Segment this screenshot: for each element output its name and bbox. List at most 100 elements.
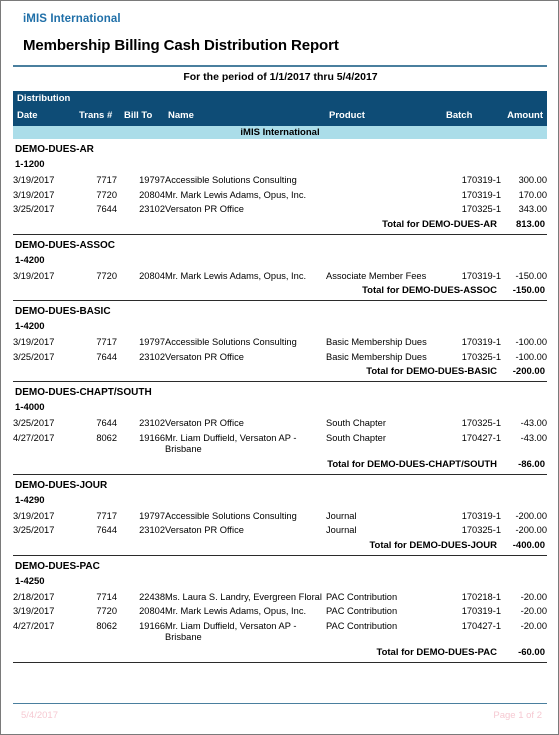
table-row: 4/27/2017 8062 19166 Mr. Liam Duffield, Ver… — [13, 619, 547, 645]
group-account-code: 1-1200 — [15, 159, 45, 170]
table-row: 3/25/2017 7644 23102 Versaton PR Office Basi… — [13, 350, 547, 365]
group-account-code: 1-4000 — [15, 402, 45, 413]
group-name: DEMO-DUES-BASIC — [15, 306, 111, 317]
group-total-label: Total for DEMO-DUES-BASIC — [366, 366, 497, 377]
cell-trans: 7720 — [96, 606, 117, 616]
cell-billto: 19166 — [139, 432, 165, 443]
group-total-value: -200.00 — [512, 366, 545, 377]
column-header-billto: Bill To — [124, 110, 153, 121]
distribution-group: DEMO-DUES-CHAPT/SOUTH 1-4000 3/25/2017 7644… — [13, 382, 547, 475]
column-header-product: Product — [329, 110, 365, 121]
cell-batch: 170218-1 — [461, 591, 501, 602]
cell-batch: 170325-1 — [461, 525, 501, 535]
cell-date: 2/18/2017 — [13, 591, 55, 602]
distribution-group: DEMO-DUES-AR 1-1200 3/19/2017 7717 19797 Acce… — [13, 139, 547, 235]
table-row: 4/27/2017 8062 19166 Mr. Liam Duffield, Ver… — [13, 431, 547, 457]
group-total-label: Total for DEMO-DUES-CHAPT/SOUTH — [327, 458, 497, 470]
cell-trans: 7644 — [96, 418, 117, 428]
group-total-value: -86.00 — [518, 458, 545, 470]
cell-date: 3/19/2017 — [13, 510, 55, 521]
cell-product: PAC Contribution — [326, 591, 398, 602]
group-total-row: Total for DEMO-DUES-AR 813.00 — [13, 217, 547, 233]
cell-amount: 170.00 — [518, 189, 547, 200]
table-row: 2/18/2017 7714 22438 Ms. Laura S. Landry, E… — [13, 590, 547, 605]
organization-name: iMIS International — [23, 13, 121, 25]
cell-trans: 8062 — [96, 620, 117, 631]
cell-date: 3/25/2017 — [13, 351, 55, 362]
cell-billto: 23102 — [139, 204, 165, 214]
group-total-row: Total for DEMO-DUES-JOUR -400.00 — [13, 538, 547, 554]
group-name: DEMO-DUES-CHAPT/SOUTH — [15, 387, 152, 398]
cell-amount: -20.00 — [520, 591, 547, 602]
cell-product: Journal — [326, 525, 357, 535]
cell-batch: 170319-1 — [461, 189, 501, 200]
cell-billto: 23102 — [139, 418, 165, 428]
cell-billto: 19166 — [139, 620, 165, 631]
cell-trans: 7644 — [96, 525, 117, 535]
cell-amount: -20.00 — [520, 606, 547, 616]
cell-name: Ms. Laura S. Landry, Evergreen Floral — [165, 591, 322, 602]
table-row: 3/19/2017 7717 19797 Accessible Solutions C… — [13, 173, 547, 188]
cell-batch: 170319-1 — [461, 606, 501, 616]
cell-date: 3/19/2017 — [13, 189, 55, 200]
group-divider — [13, 661, 547, 663]
cell-billto: 20804 — [139, 606, 165, 616]
cell-amount: -200.00 — [515, 525, 547, 535]
group-rows-table: 3/19/2017 7717 19797 Accessible Solutions C… — [13, 509, 547, 538]
group-account-code: 1-4200 — [15, 321, 45, 332]
distribution-group: DEMO-DUES-BASIC 1-4200 3/19/2017 7717 19797 A… — [13, 301, 547, 382]
report-period: For the period of 1/1/2017 thru 5/4/2017 — [183, 71, 378, 83]
report-page: iMIS International Membership Billing Ca… — [0, 0, 559, 735]
group-total-row: Total for DEMO-DUES-BASIC -200.00 — [13, 364, 547, 380]
cell-billto: 23102 — [139, 525, 165, 535]
cell-billto: 19797 — [139, 337, 165, 347]
footer-date: 5/4/2017 — [21, 710, 58, 721]
cell-trans: 7714 — [96, 591, 117, 602]
cell-date: 3/19/2017 — [13, 175, 55, 185]
group-total-label: Total for DEMO-DUES-JOUR — [369, 539, 497, 551]
cell-name: Mr. Liam Duffield, Versaton AP - Brisban… — [165, 432, 297, 455]
cell-product — [326, 173, 438, 188]
group-account-code: 1-4290 — [15, 494, 45, 506]
group-rows-table: 2/18/2017 7714 22438 Ms. Laura S. Landry, E… — [13, 590, 547, 645]
group-account-code: 1-4250 — [15, 575, 45, 587]
cell-name: Versaton PR Office — [165, 204, 244, 214]
group-rows-table: 3/19/2017 7717 19797 Accessible Solutions C… — [13, 335, 547, 364]
cell-trans: 8062 — [96, 432, 117, 443]
table-row: 3/25/2017 7644 23102 Versaton PR Office Sout… — [13, 416, 547, 431]
column-header-batch: Batch — [446, 110, 473, 121]
group-total-value: -400.00 — [512, 539, 545, 551]
group-total-value: -150.00 — [512, 285, 545, 296]
group-total-row: Total for DEMO-DUES-ASSOC -150.00 — [13, 283, 547, 299]
cell-amount: -200.00 — [515, 510, 547, 521]
group-name: DEMO-DUES-AR — [15, 144, 94, 155]
cell-name: Mr. Mark Lewis Adams, Opus, Inc. — [165, 606, 307, 616]
table-header: Distribution Date Trans # Bill To Name P… — [13, 91, 547, 126]
organization-band: iMIS International — [13, 126, 547, 139]
distribution-group: DEMO-DUES-JOUR 1-4290 3/19/2017 7717 19797 Ac… — [13, 475, 547, 556]
group-total-label: Total for DEMO-DUES-PAC — [376, 646, 497, 658]
group-total-label: Total for DEMO-DUES-ASSOC — [362, 285, 497, 296]
cell-product: South Chapter — [326, 418, 386, 428]
report-body: DEMO-DUES-AR 1-1200 3/19/2017 7717 19797 Acce… — [13, 139, 547, 663]
table-row: 3/25/2017 7644 23102 Versaton PR Office Jour… — [13, 523, 547, 538]
cell-batch: 170325-1 — [461, 204, 501, 214]
cell-billto: 20804 — [139, 270, 165, 281]
group-name: DEMO-DUES-PAC — [15, 560, 100, 572]
table-section-label: Distribution — [17, 93, 71, 104]
cell-product: South Chapter — [326, 432, 386, 443]
cell-billto: 19797 — [139, 175, 165, 185]
distribution-group: DEMO-DUES-PAC 1-4250 2/18/2017 7714 22438 Ms.… — [13, 556, 547, 663]
cell-date: 3/19/2017 — [13, 337, 55, 347]
cell-amount: 300.00 — [518, 175, 547, 185]
cell-batch: 170319-1 — [461, 510, 501, 521]
cell-product: PAC Contribution — [326, 620, 398, 631]
cell-name: Mr. Mark Lewis Adams, Opus, Inc. — [165, 189, 307, 200]
column-header-trans: Trans # — [79, 110, 113, 121]
cell-trans: 7717 — [96, 510, 117, 521]
cell-trans: 7717 — [96, 175, 117, 185]
distribution-group: DEMO-DUES-ASSOC 1-4200 3/19/2017 7720 20804 M… — [13, 235, 547, 301]
group-name: DEMO-DUES-ASSOC — [15, 239, 116, 251]
column-header-name: Name — [168, 110, 194, 121]
cell-product: Basic Membership Dues — [326, 337, 427, 347]
